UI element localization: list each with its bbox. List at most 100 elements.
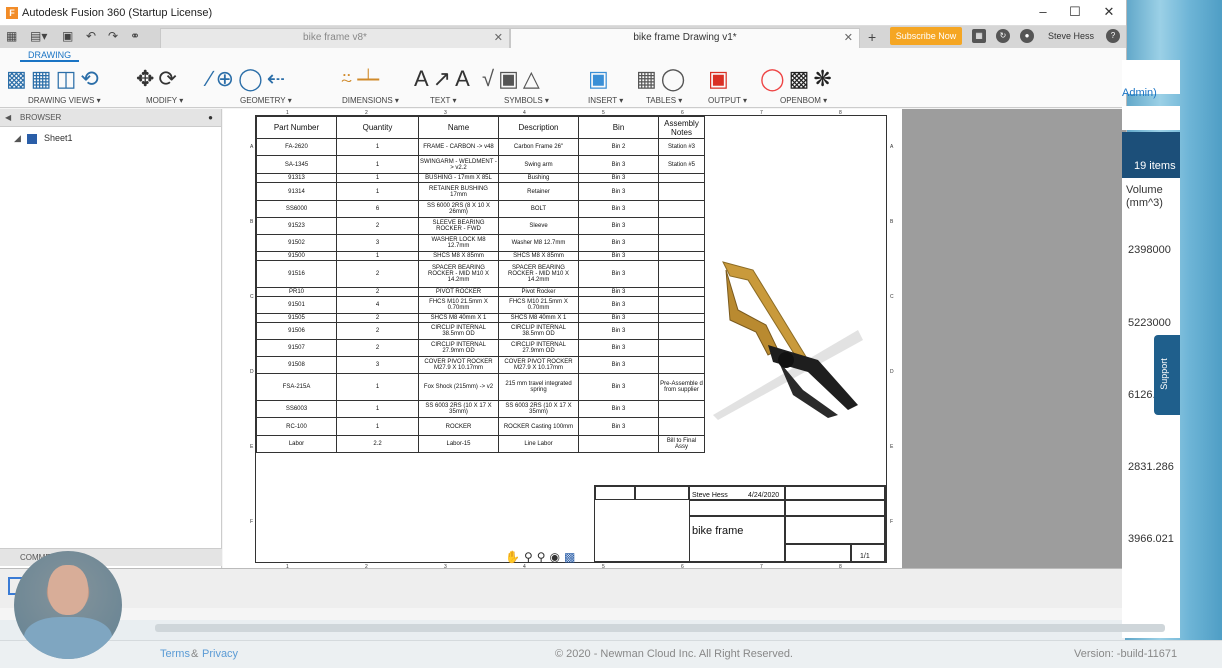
bom-cell [658,217,705,235]
bom-cell: Bin 3 [578,200,659,218]
maximize-icon[interactable]: ☐ [1060,4,1090,22]
grid-menu-icon[interactable]: ▦ [6,29,17,43]
bom-cell: SHCS M8 X 85mm [418,251,499,261]
close-icon[interactable]: ✕ [1094,4,1124,22]
bom-cell: SS 6003 2RS (10 X 17 X 35mm) [418,400,499,418]
bom-cell: 1 [336,173,419,183]
horizontal-scrollbar[interactable] [155,624,1165,632]
zone-marker: C [250,294,254,300]
symbols-icons: √▣△ [482,66,544,91]
terms-link[interactable]: Terms [160,648,190,660]
redo-icon[interactable]: ↷ [108,29,118,43]
collapse-icon[interactable]: ◀ [5,109,11,127]
bom-cell [658,296,705,314]
title-block: Steve Hess 4/24/2020 bike frame 1/1 [594,485,886,562]
table-icons: ▦◯ [636,66,690,91]
notifications-icon[interactable]: ● [1020,29,1034,43]
close-tab-icon[interactable]: ✕ [494,29,503,47]
zone-marker: E [890,444,894,450]
bom-header-cell: Bin [578,116,659,139]
bom-cell: ROCKER [418,417,499,436]
zone-marker: D [890,369,894,375]
sheet-settings-icon[interactable]: ▩ [564,550,579,564]
items-count: 19 items [1134,160,1176,172]
bom-cell: FHCS M10 21.5mm X 0.70mm [418,296,499,314]
text-icons: A↗A [414,66,474,91]
job-status-icon[interactable]: ↻ [996,29,1010,43]
bom-cell: CIRCLIP INTERNAL 27.9mm OD [498,339,579,357]
bom-cell: Bin 3 [578,417,659,436]
user-name[interactable]: Steve Hess [1048,31,1094,41]
modify-label: MODIFY ▾ [146,96,184,105]
table-row: 91516 2 SPACER BEARING ROCKER - MID M10 X … [256,260,705,288]
save-icon[interactable]: ▣ [62,29,73,43]
bom-cell: Bin 3 [578,260,659,288]
bom-cell: CIRCLIP INTERNAL 38.5mm OD [498,322,579,340]
browser-header[interactable]: ◀ BROWSER ● [0,109,221,127]
bom-cell: 4 [336,296,419,314]
display-icon[interactable]: ◉ [550,550,564,564]
link-icon[interactable]: ⚭ [130,29,140,43]
bom-cell: 2 [336,313,419,323]
bom-cell: Bin 3 [578,339,659,357]
table-row: FA-2620 1 FRAME - CARBON -> v48 Carbon Fram… [256,138,705,156]
webcam-overlay [14,551,122,659]
close-tab-icon[interactable]: ✕ [844,29,853,47]
bom-cell: 91508 [256,356,337,374]
zoom-icon[interactable]: ⚲ [524,550,537,564]
zoom-window-icon[interactable]: ⚲ [537,550,550,564]
table-row: 91313 1 BUSHING - 17mm X 85L Bushing Bin 3 [256,173,705,183]
bom-cell: SLEEVE BEARING ROCKER - FWD [418,217,499,235]
bom-cell: Fox Shock (215mm) -> v2 [418,373,499,401]
file-icon[interactable]: ▤▾ [30,29,47,43]
bom-cell: Retainer [498,182,579,201]
tab-bike-frame-drawing[interactable]: bike frame Drawing v1* ✕ [510,28,860,48]
bom-cell [658,251,705,261]
bom-cell: Bin 3 [578,373,659,401]
panel-toolbar [1122,106,1180,130]
bom-cell: 91516 [256,260,337,288]
table-row: 91502 3 WASHER LOCK M8 12.7mm Washer M8 12.… [256,234,705,252]
table-row: SA-1345 1 SWINGARM - WELDMENT -> v2.2 Swing… [256,155,705,174]
bom-cell: 3 [336,234,419,252]
bom-cell: Bill to Final Assy [658,435,705,453]
sheet-node[interactable]: ◢ Sheet1 [14,133,72,144]
fusion-window: F Autodesk Fusion 360 (Startup License) … [0,0,1127,620]
bom-cell [658,234,705,252]
subscribe-button[interactable]: Subscribe Now [890,27,962,45]
bom-cell [658,182,705,201]
bom-cell: 91500 [256,251,337,261]
minimize-icon[interactable]: – [1028,4,1058,22]
bom-cell [658,322,705,340]
filter-dropdown[interactable]: Admin) [1122,87,1157,99]
bom-cell: 6 [336,200,419,218]
tab-bike-frame-v8[interactable]: bike frame v8* ✕ [160,28,510,48]
support-tab[interactable]: Support [1154,335,1180,415]
table-row: PR10 2 PIVOT ROCKER Pivot Rocker Bin 3 [256,287,705,297]
new-tab-icon[interactable]: + [868,29,876,45]
pin-icon[interactable]: ● [208,109,213,127]
browser-title: BROWSER [20,113,62,122]
chat-icon[interactable]: ▦ [972,29,986,43]
undo-icon[interactable]: ↶ [86,29,96,43]
pan-icon[interactable]: ✋ [505,550,524,564]
privacy-link[interactable]: Privacy [202,648,238,660]
bom-cell: Bushing [498,173,579,183]
zone-marker: A [890,144,894,150]
expand-icon[interactable]: ◢ [14,133,21,143]
bom-cell [578,435,659,453]
help-icon[interactable]: ? [1106,29,1120,43]
volume-cell: 2831.286 [1128,461,1174,473]
bom-cell: Labor-15 [418,435,499,453]
tb-author: Steve Hess [692,492,728,499]
symbols-label: SYMBOLS ▾ [504,96,549,105]
page-footer: Terms & Privacy © 2020 - Newman Cloud In… [0,640,1222,668]
sheet-label: Sheet1 [43,133,73,143]
bom-cell: Pivot Rocker [498,287,579,297]
tables-label: TABLES ▾ [646,96,683,105]
tab-drawing[interactable]: DRAWING [20,50,80,62]
bom-cell: Washer M8 12.7mm [498,234,579,252]
table-row: SS6003 1 SS 6003 2RS (10 X 17 X 35mm) SS 60… [256,400,705,418]
bom-cell: Bin 3 [578,234,659,252]
bom-cell: Bin 3 [578,217,659,235]
